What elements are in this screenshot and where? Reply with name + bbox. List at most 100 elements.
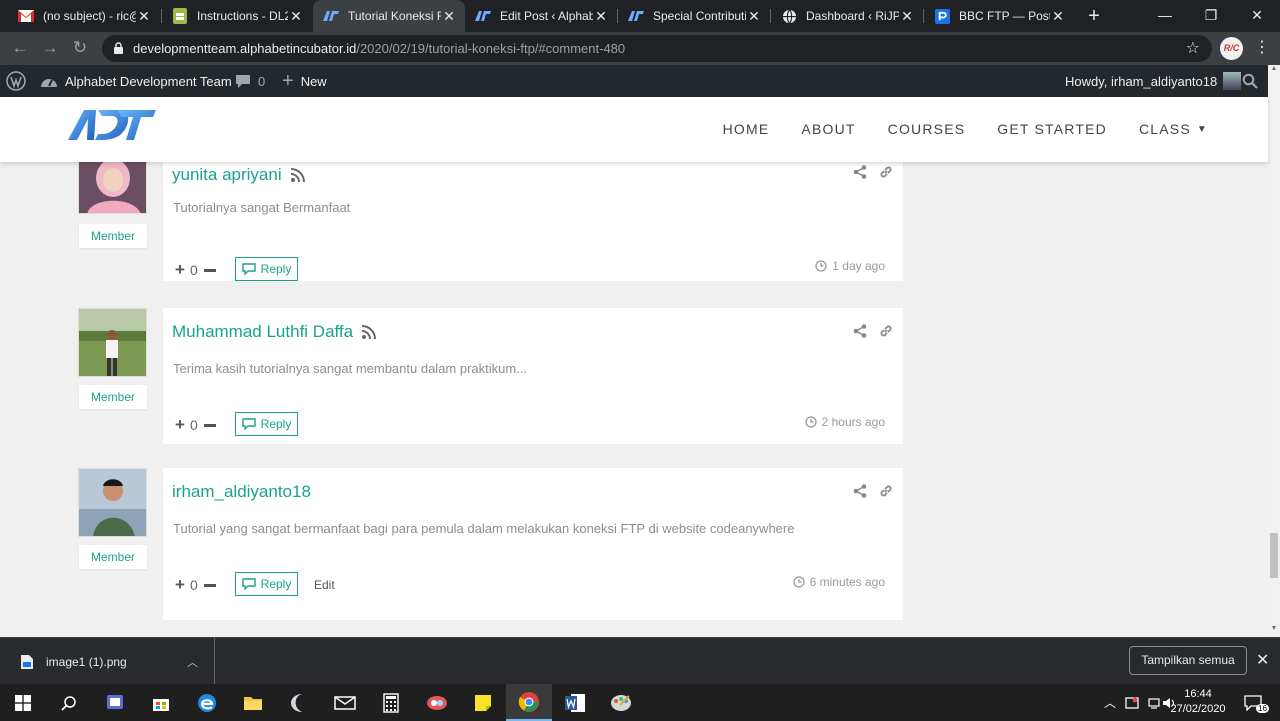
upvote-button[interactable]: + xyxy=(175,260,185,280)
member-badge: Member xyxy=(79,545,147,569)
minimize-button[interactable]: — xyxy=(1142,0,1188,32)
site-logo[interactable] xyxy=(68,107,156,143)
vote-count: 0 xyxy=(189,577,198,593)
store-icon[interactable] xyxy=(138,684,184,721)
browser-tab[interactable]: Dashboard ‹ RiJP – ✕ xyxy=(771,0,923,32)
downvote-button[interactable] xyxy=(203,583,216,587)
vote-control: + 0 xyxy=(175,415,216,435)
close-icon[interactable]: ✕ xyxy=(593,8,609,25)
system-tray-app-icon[interactable] xyxy=(1122,684,1142,721)
nav-class[interactable]: CLASS ▼ xyxy=(1139,121,1208,137)
taskbar-clock[interactable]: 16:44 27/02/2020 xyxy=(1165,687,1231,717)
app-moon-icon[interactable] xyxy=(276,684,322,721)
search-icon[interactable] xyxy=(1242,65,1258,97)
clock-time: 16:44 xyxy=(1184,688,1212,700)
browser-tab[interactable]: Edit Post ‹ Alphabet ✕ xyxy=(465,0,617,32)
my-account-link[interactable]: Howdy, irham_aldiyanto18 xyxy=(1065,65,1242,97)
site-header: HOME ABOUT COURSES GET STARTED CLASS ▼ xyxy=(0,97,1268,162)
new-tab-button[interactable]: + xyxy=(1084,4,1104,28)
file-explorer-icon[interactable] xyxy=(230,684,276,721)
reply-label: Reply xyxy=(260,577,292,591)
scroll-up-arrow-icon[interactable]: ▲ xyxy=(1268,65,1280,75)
notification-center-icon[interactable]: 16 xyxy=(1238,684,1269,721)
url-path: /2020/02/19/tutorial-koneksi-ftp/#commen… xyxy=(356,41,626,56)
close-icon[interactable]: ✕ xyxy=(746,8,762,25)
forward-button[interactable]: → xyxy=(36,36,64,60)
author-name: irham_aldiyanto18 xyxy=(172,482,311,501)
upvote-button[interactable]: + xyxy=(175,575,185,595)
main-navigation: HOME ABOUT COURSES GET STARTED CLASS ▼ xyxy=(691,121,1208,137)
windows-start-icon[interactable] xyxy=(0,684,46,721)
nav-class-label: CLASS xyxy=(1138,121,1191,137)
share-icon[interactable] xyxy=(853,165,867,179)
show-all-downloads-button[interactable]: Tampilkan semua xyxy=(1129,646,1247,675)
rss-icon[interactable] xyxy=(362,325,377,339)
close-icon[interactable]: ✕ xyxy=(1050,8,1066,25)
bookmark-star-icon[interactable]: ☆ xyxy=(1186,38,1200,58)
task-view-icon[interactable] xyxy=(92,684,138,721)
nav-home[interactable]: HOME xyxy=(723,121,770,137)
mail-icon[interactable] xyxy=(322,684,368,721)
chrome-icon[interactable] xyxy=(506,684,552,721)
reload-button[interactable]: ↻ xyxy=(66,36,94,60)
share-icon[interactable] xyxy=(853,484,867,498)
downvote-button[interactable] xyxy=(203,268,216,272)
restore-button[interactable]: ❐ xyxy=(1188,0,1234,32)
share-icon[interactable] xyxy=(853,324,867,338)
paint-icon[interactable] xyxy=(598,684,644,721)
downvote-button[interactable] xyxy=(203,423,216,427)
link-icon[interactable] xyxy=(879,165,893,179)
edit-comment-link[interactable]: Edit xyxy=(314,578,335,592)
nav-about[interactable]: ABOUT xyxy=(801,121,855,137)
browser-tab[interactable]: (no subject) - ric@ ✕ xyxy=(8,0,160,32)
new-label: New xyxy=(300,73,327,89)
edge-icon[interactable] xyxy=(184,684,230,721)
comment-author[interactable]: irham_aldiyanto18 xyxy=(172,482,311,502)
sticky-notes-icon[interactable] xyxy=(460,684,506,721)
download-item[interactable]: image1 (1).png ︿ xyxy=(0,638,215,685)
close-icon[interactable]: ✕ xyxy=(288,8,304,25)
close-icon[interactable]: ✕ xyxy=(1256,650,1269,670)
chevron-up-icon[interactable]: ︿ xyxy=(1100,684,1120,721)
comment-author[interactable]: Muhammad Luthfi Daffa xyxy=(172,322,377,342)
time-text: 1 day ago xyxy=(832,259,885,273)
new-content-link[interactable]: + New xyxy=(282,65,327,97)
browser-tab-active[interactable]: Tutorial Koneksi FTP ✕ xyxy=(313,0,465,32)
chevron-up-icon[interactable]: ︿ xyxy=(187,654,198,670)
tab-title: BBC FTP — Postim xyxy=(959,9,1050,23)
word-icon[interactable] xyxy=(552,684,598,721)
comment-author[interactable]: yunita apriyani xyxy=(172,165,305,185)
network-icon[interactable] xyxy=(1144,684,1164,721)
scrollbar-thumb[interactable] xyxy=(1270,533,1278,578)
address-bar[interactable]: developmentteam.alphabetincubator.id/202… xyxy=(102,35,1212,62)
close-icon[interactable]: ✕ xyxy=(441,8,457,25)
search-icon[interactable] xyxy=(46,684,92,721)
snipping-tool-icon[interactable] xyxy=(414,684,460,721)
site-name-link[interactable]: Alphabet Development Team xyxy=(40,65,232,97)
wordpress-logo-icon[interactable] xyxy=(6,65,26,97)
browser-menu-icon[interactable]: ⋮ xyxy=(1254,37,1270,59)
window-close-button[interactable]: ✕ xyxy=(1234,0,1280,32)
close-icon[interactable]: ✕ xyxy=(899,8,915,25)
link-icon[interactable] xyxy=(879,324,893,338)
upvote-button[interactable]: + xyxy=(175,415,185,435)
calculator-icon[interactable] xyxy=(368,684,414,721)
reply-button[interactable]: Reply xyxy=(235,257,298,281)
link-icon[interactable] xyxy=(879,484,893,498)
nav-get-started[interactable]: GET STARTED xyxy=(997,121,1107,137)
profile-avatar[interactable]: R/C xyxy=(1220,37,1243,60)
browser-tab[interactable]: Instructions - DL20 ✕ xyxy=(162,0,312,32)
reply-button[interactable]: Reply xyxy=(235,412,298,436)
reply-button[interactable]: Reply xyxy=(235,572,298,596)
plus-icon: + xyxy=(282,69,294,92)
comment-text: Tutorial yang sangat bermanfaat bagi par… xyxy=(173,521,795,536)
rss-icon[interactable] xyxy=(290,168,305,182)
close-icon[interactable]: ✕ xyxy=(136,8,152,25)
nav-courses[interactable]: COURSES xyxy=(888,121,966,137)
page-scrollbar[interactable]: ▲ ▼ xyxy=(1268,65,1280,637)
scroll-down-arrow-icon[interactable]: ▼ xyxy=(1268,625,1280,635)
browser-tab[interactable]: BBC FTP — Postim ✕ xyxy=(924,0,1074,32)
browser-tab[interactable]: Special Contributio ✕ xyxy=(618,0,770,32)
comments-link[interactable]: 0 xyxy=(235,65,265,97)
back-button[interactable]: ← xyxy=(6,36,34,60)
